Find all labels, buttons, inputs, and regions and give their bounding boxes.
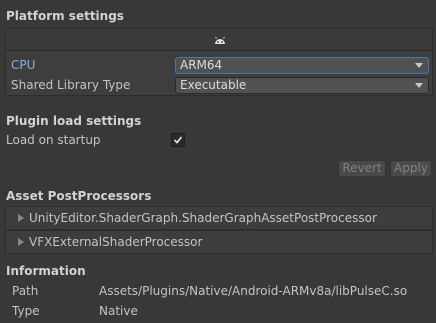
plugin-load-settings-header: Plugin load settings bbox=[6, 114, 142, 128]
asset-postprocessor-name: VFXExternalShaderProcessor bbox=[29, 235, 203, 249]
cpu-dropdown[interactable]: ARM64 bbox=[175, 57, 429, 74]
cpu-dropdown-value: ARM64 bbox=[180, 58, 223, 72]
information-header: Information bbox=[6, 264, 86, 278]
load-on-startup-checkbox[interactable] bbox=[171, 133, 185, 147]
apply-button[interactable]: Apply bbox=[390, 160, 432, 177]
shared-library-type-dropdown[interactable]: Executable bbox=[175, 77, 429, 94]
expand-arrow-icon[interactable] bbox=[18, 238, 24, 246]
chevron-down-icon bbox=[415, 83, 423, 88]
type-label: Type bbox=[12, 304, 40, 318]
shared-library-type-value: Executable bbox=[180, 78, 247, 92]
plugin-inspector: Platform settings CPU ARM64 Shared Libra… bbox=[0, 0, 436, 323]
chevron-down-icon bbox=[415, 63, 423, 68]
type-value: Native bbox=[99, 304, 138, 318]
platform-settings-header: Platform settings bbox=[6, 9, 124, 23]
android-icon[interactable] bbox=[213, 34, 227, 46]
path-value: Assets/Plugins/Native/Android-ARMv8a/lib… bbox=[99, 284, 408, 298]
revert-button[interactable]: Revert bbox=[338, 160, 386, 177]
asset-postprocessor-name: UnityEditor.ShaderGraph.ShaderGraphAsset… bbox=[29, 211, 377, 225]
platform-tab-strip bbox=[6, 29, 432, 51]
shared-library-type-label: Shared Library Type bbox=[11, 78, 131, 92]
asset-postprocessors-header: Asset PostProcessors bbox=[6, 189, 152, 203]
list-item[interactable]: VFXExternalShaderProcessor bbox=[5, 230, 433, 254]
list-item[interactable]: UnityEditor.ShaderGraph.ShaderGraphAsset… bbox=[5, 206, 433, 230]
expand-arrow-icon[interactable] bbox=[18, 214, 24, 222]
path-label: Path bbox=[12, 284, 39, 298]
load-on-startup-label: Load on startup bbox=[6, 133, 101, 147]
checkmark-icon bbox=[173, 136, 183, 144]
cpu-label: CPU bbox=[11, 58, 36, 72]
